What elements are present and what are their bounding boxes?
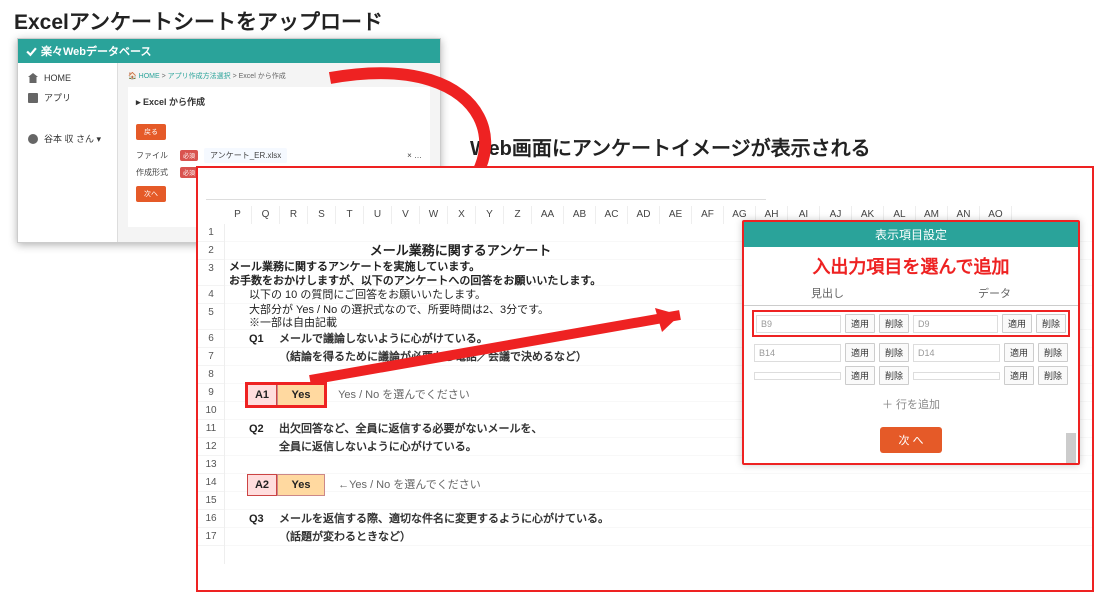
back-button[interactable]: 戻る	[136, 124, 166, 140]
row2-h-delete[interactable]: 削除	[879, 343, 909, 362]
row2-d-delete[interactable]: 削除	[1038, 343, 1068, 362]
next-button-small[interactable]: 次へ	[136, 186, 166, 202]
mapping-row1-highlight: B9 適用 削除 D9 適用 削除	[752, 310, 1070, 337]
a2-row[interactable]: A2 Yes ←Yes / No を選んでください	[225, 474, 1092, 492]
display-settings-dialog: 表示項目設定 入出力項目を選んで追加 見出し データ B9 適用 削除 D9 適…	[742, 220, 1080, 465]
row3-d-apply[interactable]: 適用	[1004, 366, 1034, 385]
a2-value[interactable]: Yes	[277, 474, 325, 496]
row1-h-apply[interactable]: 適用	[845, 314, 875, 333]
tab-heading[interactable]: 見出し	[744, 281, 911, 306]
row2-d-apply[interactable]: 適用	[1004, 343, 1034, 362]
row1-heading-input[interactable]: B9	[756, 315, 841, 333]
row1-d-delete[interactable]: 削除	[1036, 314, 1066, 333]
row3-h-apply[interactable]: 適用	[845, 366, 875, 385]
upload-window-header: 楽々Webデータベース	[18, 39, 440, 63]
row2-h-apply[interactable]: 適用	[845, 343, 875, 362]
row3-d-delete[interactable]: 削除	[1038, 366, 1068, 385]
upload-sidebar: HOME アプリ 谷本 収 さん ▾	[18, 63, 118, 242]
row3-heading-input[interactable]	[754, 372, 841, 380]
row1-h-delete[interactable]: 削除	[879, 314, 909, 333]
a2-label: A2	[247, 474, 277, 496]
folder-icon	[28, 93, 38, 103]
callout-text: 入出力項目を選んで追加	[744, 247, 1078, 281]
a1-value[interactable]: Yes	[277, 384, 325, 406]
breadcrumb-leaf: Excel から作成	[239, 73, 286, 80]
row2-heading-input[interactable]: B14	[754, 344, 841, 362]
a2-hint: ←Yes / No を選んでください	[338, 479, 481, 491]
sidebar-item-apps[interactable]: アプリ	[18, 87, 117, 108]
sidebar-item-home[interactable]: HOME	[18, 69, 117, 87]
dialog-title: 表示項目設定	[744, 222, 1078, 247]
tab-data[interactable]: データ	[911, 281, 1078, 306]
row2-data-input[interactable]: D14	[913, 344, 1000, 362]
home-icon	[28, 73, 38, 83]
annotation-title-upload: Excelアンケートシートをアップロード	[14, 6, 383, 36]
dialog-scrollbar[interactable]	[1066, 222, 1076, 463]
breadcrumb-home[interactable]: 🏠 HOME	[128, 73, 160, 80]
file-row: ファイル 必須 アンケート_ER.xlsx × …	[136, 148, 422, 163]
breadcrumb: 🏠 HOME > アプリ作成方法選択 > Excel から作成	[128, 71, 430, 81]
row1-d-apply[interactable]: 適用	[1002, 314, 1032, 333]
section-title: ▸ Excel から作成	[136, 95, 422, 108]
dialog-next-button[interactable]: 次 へ	[880, 427, 941, 453]
row3-h-delete[interactable]: 削除	[879, 366, 909, 385]
row-headers: 1234567891011121314151617	[198, 224, 224, 564]
q3-line1: Q3メールを返信する際、適切な件名に変更するように心がけている。	[225, 510, 1092, 528]
annotation-title-web: Web画面にアンケートイメージが表示される	[470, 132, 871, 161]
add-row-button[interactable]: ＋ 行を追加	[744, 391, 1078, 417]
q3-line2: （話題が変わるときなど）	[225, 528, 1092, 546]
filename-display[interactable]: アンケート_ER.xlsx	[204, 148, 287, 163]
row3-data-input[interactable]	[913, 372, 1000, 380]
a1-hint: Yes / No を選んでください	[338, 389, 470, 401]
sidebar-item-user[interactable]: 谷本 収 さん ▾	[18, 128, 117, 149]
user-icon	[28, 134, 38, 144]
row1-data-input[interactable]: D9	[913, 315, 998, 333]
a1-label: A1	[247, 384, 277, 406]
product-logo: 楽々Webデータベース	[26, 43, 151, 59]
excel-preview-panel: PQRSTUVWXYZAAABACADAEAFAGAHAIAJAKALAMANA…	[196, 166, 1094, 592]
breadcrumb-mid[interactable]: アプリ作成方法選択	[168, 73, 231, 80]
formula-bar[interactable]	[206, 174, 766, 200]
